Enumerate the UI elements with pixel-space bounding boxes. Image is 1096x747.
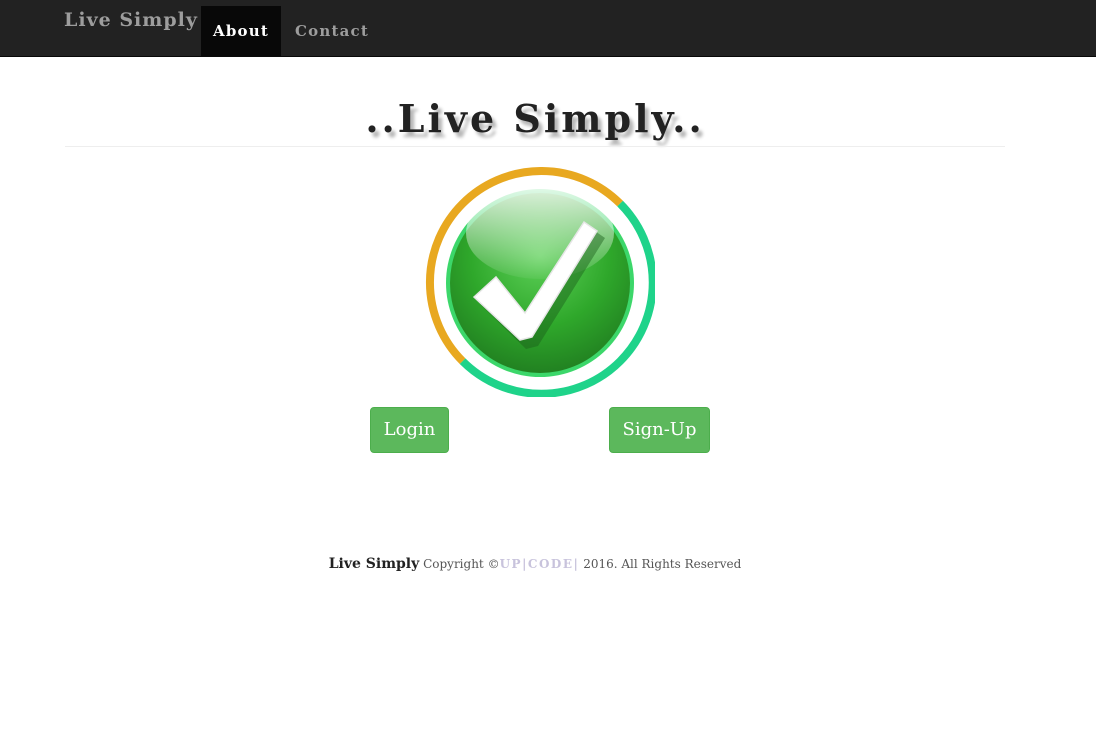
footer-company-link[interactable]: UP|CODE| <box>500 557 580 571</box>
footer-brand: Live Simply <box>328 556 420 572</box>
top-navbar: Live Simply About Contact <box>0 0 1096 57</box>
navbar-brand-link[interactable]: Live Simply <box>64 9 198 31</box>
nav-item-about[interactable]: About <box>201 6 281 56</box>
title-divider <box>65 146 1005 147</box>
footer-rights: 2016. All Rights Reserved <box>583 557 742 571</box>
footer-copyright: Copyright © <box>423 557 500 571</box>
signup-button[interactable]: Sign-Up <box>609 407 710 453</box>
footer: Live Simply Copyright ©UP|CODE| 2016. Al… <box>0 556 1070 572</box>
page-title: ..Live Simply.. <box>365 96 705 141</box>
nav-item-contact[interactable]: Contact <box>295 6 369 56</box>
login-button[interactable]: Login <box>370 407 449 453</box>
checkmark-icon <box>425 167 655 397</box>
